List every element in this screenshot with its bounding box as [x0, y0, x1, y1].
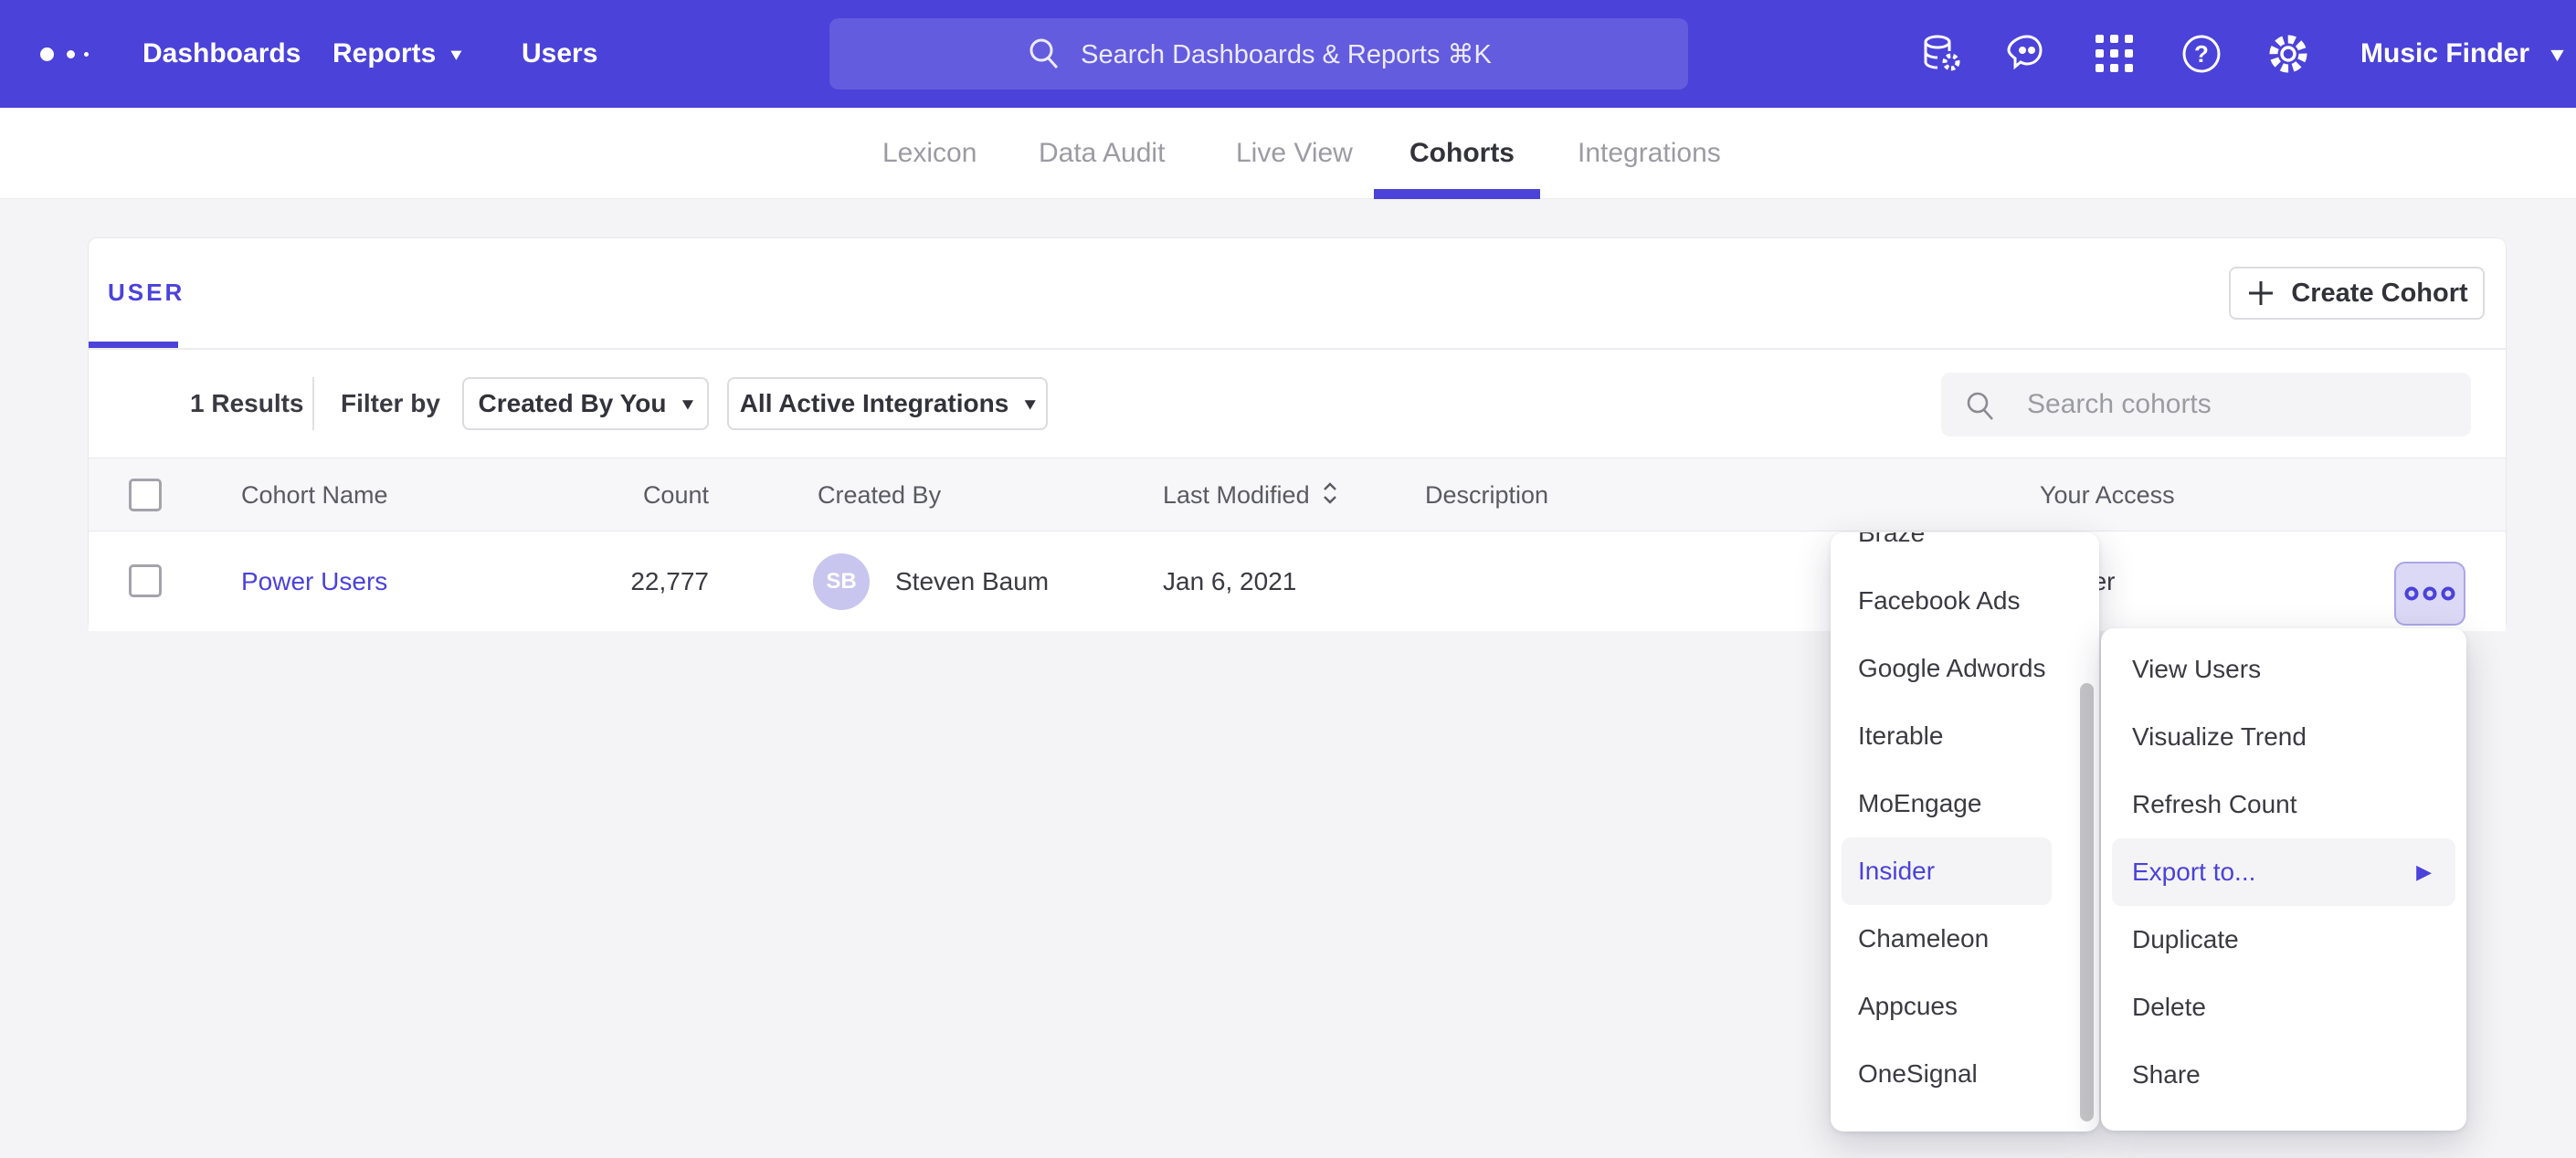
user-tab-underline — [89, 342, 178, 348]
menu-item-duplicate[interactable]: Duplicate — [2101, 906, 2466, 974]
last-modified-cell: Jan 6, 2021 — [1163, 532, 1296, 631]
data-settings-icon[interactable] — [1911, 0, 1969, 108]
feedback-icon[interactable] — [1998, 0, 2056, 108]
filter-integrations-value: All Active Integrations — [740, 389, 1009, 418]
search-icon — [1026, 36, 1062, 72]
divider — [312, 377, 314, 430]
filter-created-by-value: Created By You — [479, 389, 667, 418]
menu-item-refresh-count[interactable]: Refresh Count — [2101, 771, 2466, 838]
row-actions-ellipsis-button[interactable] — [2394, 562, 2465, 626]
submenu-item-insider[interactable]: Insider — [1842, 837, 2052, 905]
tab-data-audit[interactable]: Data Audit — [1039, 108, 1165, 198]
nav-reports[interactable]: Reports — [333, 38, 436, 69]
row-context-menu: View Users Visualize Trend Refresh Count… — [2101, 628, 2466, 1131]
menu-item-delete[interactable]: Delete — [2101, 974, 2466, 1041]
created-by-name: Steven Baum — [895, 567, 1049, 596]
column-count[interactable]: Count — [545, 458, 709, 532]
search-cohorts-input[interactable] — [1941, 373, 2471, 437]
nav-dashboards[interactable]: Dashboards — [143, 38, 301, 69]
create-cohort-button[interactable]: Create Cohort — [2229, 267, 2485, 320]
caret-down-icon: ▾ — [1025, 394, 1035, 414]
column-last-modified[interactable]: Last Modified — [1163, 458, 1339, 532]
tab-lexicon[interactable]: Lexicon — [882, 108, 977, 198]
export-to-label: Export to... — [2132, 858, 2255, 886]
column-created-by[interactable]: Created By — [818, 458, 941, 532]
avatar: SB — [813, 553, 870, 610]
column-your-access[interactable]: Your Access — [2040, 458, 2175, 532]
divider — [89, 348, 2506, 350]
select-all-checkbox[interactable] — [129, 479, 162, 511]
tab-integrations[interactable]: Integrations — [1578, 108, 1721, 198]
menu-item-share[interactable]: Share — [2101, 1041, 2466, 1109]
project-name: Music Finder — [2360, 38, 2529, 69]
cohorts-page: Dashboards Reports ▾ Users Search Dashbo… — [0, 0, 2576, 1158]
submenu-item-facebook-ads[interactable]: Facebook Ads — [1831, 567, 2099, 635]
filter-created-by-dropdown[interactable]: Created By You ▾ — [462, 377, 709, 430]
settings-gear-icon[interactable] — [2259, 0, 2317, 108]
column-description[interactable]: Description — [1425, 458, 1548, 532]
secondary-nav: Lexicon Data Audit Live View Cohorts Int… — [0, 108, 2576, 199]
plus-icon — [2245, 278, 2276, 309]
nav-users[interactable]: Users — [522, 38, 597, 69]
submenu-item-onesignal[interactable]: OneSignal — [1831, 1040, 2099, 1108]
cohort-count: 22,777 — [545, 532, 709, 631]
caret-down-icon: ▾ — [2551, 42, 2563, 66]
cohort-name-link[interactable]: Power Users — [241, 567, 387, 596]
table-header: Cohort Name Count Created By Last Modifi… — [89, 458, 2506, 532]
tab-cohorts[interactable]: Cohorts — [1409, 108, 1515, 198]
tab-live-view[interactable]: Live View — [1236, 108, 1353, 198]
submenu-scrollbar[interactable] — [2080, 683, 2094, 1121]
table-row[interactable]: Power Users 22,777 SB Steven Baum Jan 6,… — [89, 532, 2506, 631]
submenu-item-chameleon[interactable]: Chameleon — [1831, 905, 2099, 973]
row-checkbox[interactable] — [129, 564, 162, 597]
project-switcher[interactable]: Music Finder ▾ — [2360, 0, 2563, 108]
filter-integrations-dropdown[interactable]: All Active Integrations ▾ — [727, 377, 1048, 430]
menu-item-visualize-trend[interactable]: Visualize Trend — [2101, 703, 2466, 771]
column-cohort-name[interactable]: Cohort Name — [241, 458, 388, 532]
tab-user-cohorts[interactable]: USER — [108, 279, 185, 307]
sort-icon[interactable] — [1321, 462, 1339, 535]
global-search-placeholder: Search Dashboards & Reports ⌘K — [1081, 38, 1492, 70]
cohorts-card: USER Create Cohort 1 Results Filter by C… — [88, 237, 2507, 631]
caret-down-icon: ▾ — [450, 43, 461, 66]
filter-by-label: Filter by — [341, 377, 440, 430]
caret-down-icon: ▾ — [682, 394, 692, 414]
menu-item-export-to[interactable]: Export to... ▶ — [2112, 838, 2455, 906]
submenu-item-iterable[interactable]: Iterable — [1831, 702, 2099, 770]
export-submenu: Braze Facebook Ads Google Adwords Iterab… — [1831, 532, 2099, 1132]
create-cohort-label: Create Cohort — [2291, 279, 2467, 309]
submenu-item-moengage[interactable]: MoEngage — [1831, 770, 2099, 837]
results-count: 1 Results — [190, 377, 304, 430]
global-search-input[interactable]: Search Dashboards & Reports ⌘K — [829, 18, 1688, 89]
ellipsis-icon — [2403, 584, 2456, 603]
top-navbar: Dashboards Reports ▾ Users Search Dashbo… — [0, 0, 2576, 108]
menu-item-view-users[interactable]: View Users — [2101, 636, 2466, 703]
submenu-arrow-icon: ▶ — [2416, 838, 2432, 906]
active-tab-underline — [1374, 189, 1540, 199]
app-logo-dots-icon[interactable] — [40, 0, 106, 108]
svg-text:?: ? — [2194, 40, 2209, 68]
help-icon[interactable]: ? — [2172, 0, 2231, 108]
apps-grid-icon[interactable] — [2085, 0, 2144, 108]
submenu-item-appcues[interactable]: Appcues — [1831, 973, 2099, 1040]
created-by-cell: SB Steven Baum — [813, 532, 1049, 631]
submenu-item-google-adwords[interactable]: Google Adwords — [1831, 635, 2099, 702]
submenu-item-braze[interactable]: Braze — [1831, 532, 2099, 567]
